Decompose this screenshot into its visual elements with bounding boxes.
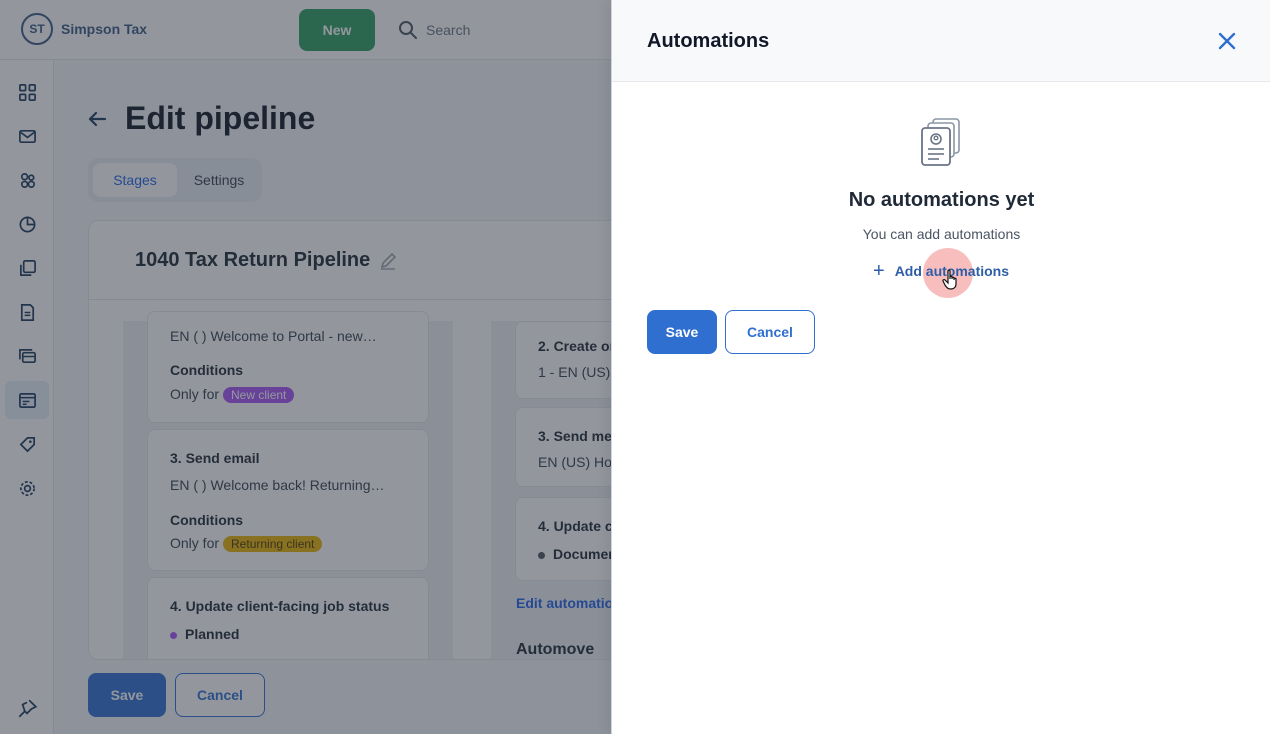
documents-empty-icon: [921, 118, 960, 166]
empty-state-title: No automations yet: [848, 189, 1035, 211]
drawer-header: Automations: [612, 0, 1270, 82]
hand-cursor-icon: [942, 269, 957, 290]
drawer-cancel-button[interactable]: Cancel: [725, 310, 815, 354]
drawer-save-button[interactable]: Save: [647, 310, 717, 354]
automations-drawer: Automations No automations yet You can a…: [611, 0, 1270, 734]
empty-state-subtitle: You can add automations: [862, 226, 1021, 242]
close-icon[interactable]: [1216, 30, 1238, 52]
plus-icon: +: [873, 260, 885, 282]
drawer-title: Automations: [647, 30, 770, 52]
